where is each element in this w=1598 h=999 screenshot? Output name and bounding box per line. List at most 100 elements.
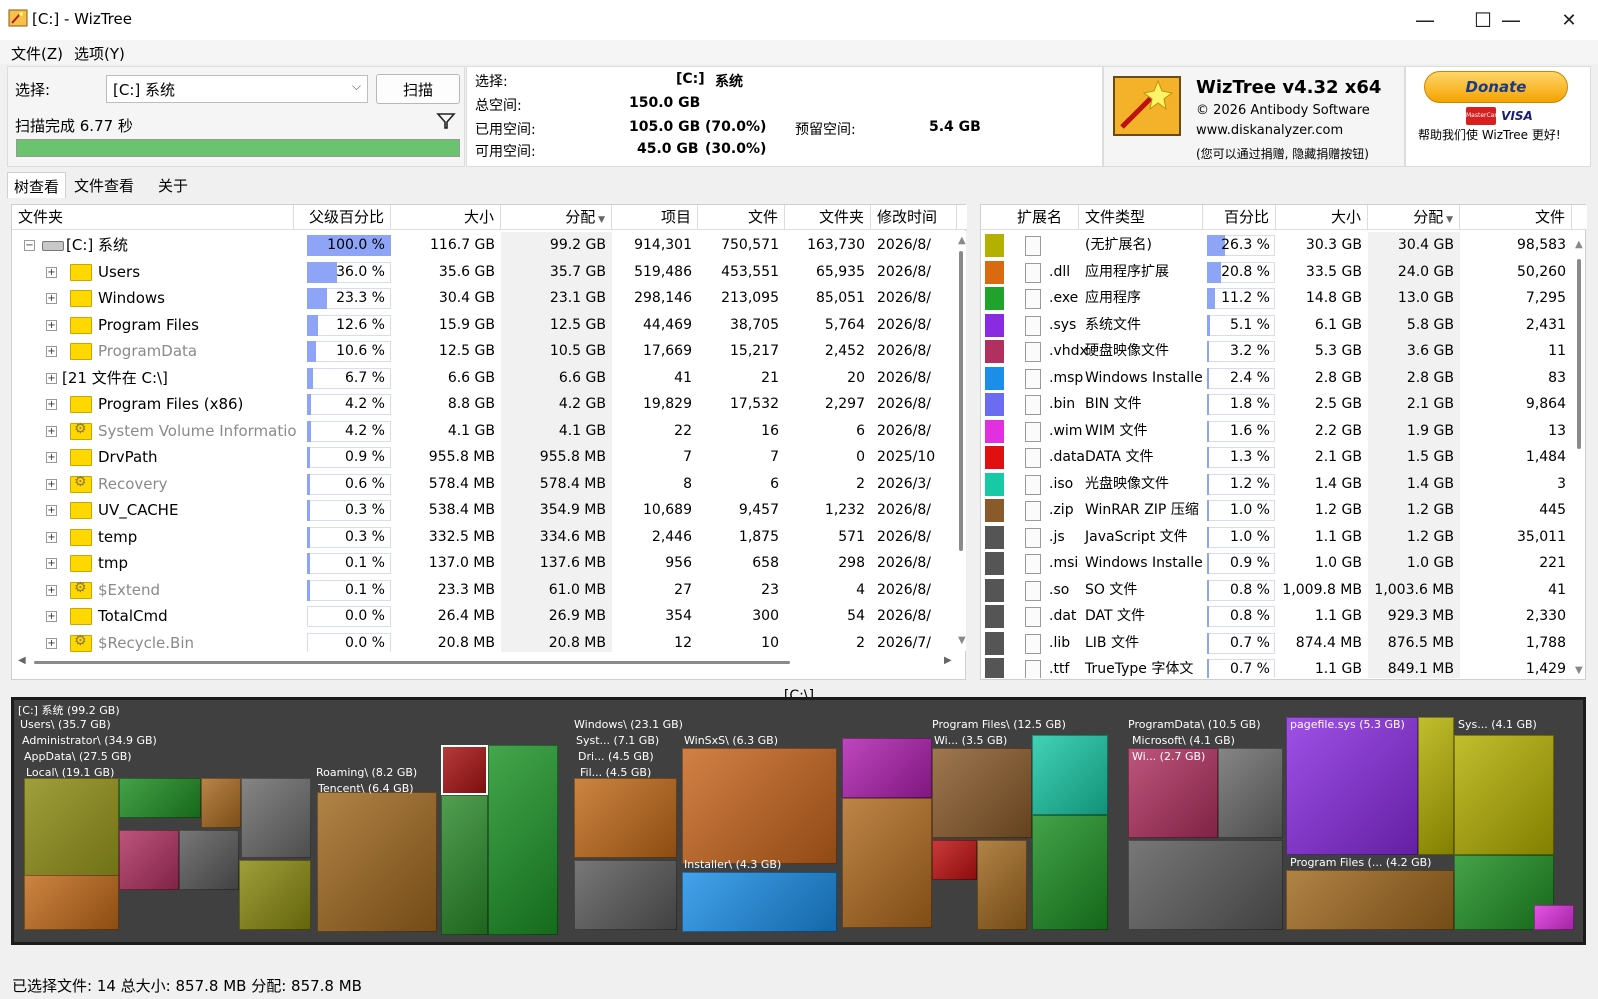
tree-vertical-scrollbar[interactable]: ▲ ▼ [956, 231, 966, 651]
tree-row[interactable]: + ProgramData 10.6 % 12.5 GB 10.5 GB 17,669 15… [12, 338, 957, 365]
tree-row[interactable]: + tmp 0.1 % 137.0 MB 137.6 MB 956 658 298 2026/8… [12, 550, 957, 577]
scroll-down-icon[interactable]: ▼ [958, 635, 966, 646]
close-button[interactable]: ✕ [1540, 0, 1598, 40]
treemap-block[interactable] [1418, 717, 1454, 855]
extension-column-header-5[interactable]: 文件 [1460, 205, 1572, 230]
extension-row[interactable]: .so SO 文件 0.8 % 1,009.8 MB 1,003.6 MB 41 [981, 576, 1571, 604]
tree-row[interactable]: + Recovery 0.6 % 578.4 MB 578.4 MB 8 6 2 2026/3/ [12, 470, 957, 498]
tree-column-header-0[interactable]: 文件夹 [12, 205, 294, 230]
expand-toggle-icon[interactable]: + [46, 266, 57, 278]
extension-column-header-3[interactable]: 大小 [1276, 205, 1368, 230]
menu-options[interactable]: 选项(Y) [74, 43, 125, 64]
treemap-block[interactable] [119, 778, 201, 818]
ext-scroll-up-icon[interactable]: ▲ [1575, 239, 1583, 250]
treemap-block[interactable] [682, 748, 837, 864]
expand-toggle-icon[interactable]: + [46, 452, 57, 463]
treemap-block[interactable] [1218, 748, 1283, 838]
expand-toggle-icon[interactable]: + [46, 505, 57, 516]
extension-column-header-2[interactable]: 百分比 [1203, 205, 1276, 230]
treemap-block[interactable] [682, 872, 837, 932]
treemap-block[interactable] [441, 795, 488, 935]
extension-row[interactable]: .data DATA 文件 1.3 % 2.1 GB 1.5 GB 1,484 [981, 444, 1571, 471]
extension-row[interactable]: .wim WIM 文件 1.6 % 2.2 GB 1.9 GB 13 [981, 417, 1571, 445]
tree-hscroll-thumb[interactable] [34, 661, 790, 664]
drive-select[interactable]: [C:] 系统 ⌵ [106, 75, 368, 103]
ext-scroll-down-icon[interactable]: ▼ [1575, 665, 1583, 676]
extension-row[interactable]: (无扩展名) 26.3 % 30.3 GB 30.4 GB 98,583 [981, 232, 1571, 259]
tree-row[interactable]: + $Recycle.Bin 0.0 % 20.8 MB 20.8 MB 12 10 2 202… [12, 629, 957, 652]
treemap-view[interactable]: [C:] 系统 (99.2 GB) Users\ (35.7 GB) Adminis… [11, 697, 1586, 945]
extension-column-header-4[interactable]: 分配 ▼ [1368, 205, 1460, 230]
extension-row[interactable]: .bin BIN 文件 1.8 % 2.5 GB 2.1 GB 9,864 [981, 391, 1571, 418]
tree-row[interactable]: + [21 文件在 C:\] 6.7 % 6.6 GB 6.6 GB 41 21 20 2026… [12, 364, 957, 392]
scroll-up-icon[interactable]: ▲ [958, 235, 966, 246]
extension-column-header-0[interactable]: 扩展名 [981, 205, 1079, 230]
expand-toggle-icon[interactable]: + [46, 293, 57, 304]
expand-toggle-icon[interactable]: + [46, 425, 57, 437]
expand-toggle-icon[interactable]: + [46, 531, 57, 543]
extension-column-header-1[interactable]: 文件类型 [1079, 205, 1203, 230]
extension-row[interactable]: .exe 应用程序 11.2 % 14.8 GB 13.0 GB 7,295 [981, 285, 1571, 312]
treemap-block[interactable] [1032, 735, 1108, 815]
treemap-block[interactable] [842, 798, 932, 928]
tree-column-header-1[interactable]: 父级百分比 [294, 205, 391, 230]
tree-column-header-5[interactable]: 文件 [698, 205, 785, 230]
expand-toggle-icon[interactable]: + [46, 558, 57, 569]
tab-about[interactable]: 关于 [152, 172, 194, 198]
expand-toggle-icon[interactable]: + [46, 584, 57, 596]
treemap-block[interactable] [201, 778, 241, 828]
treemap-block[interactable] [932, 840, 977, 880]
tree-column-header-4[interactable]: 项目 [612, 205, 698, 230]
tree-row[interactable]: + System Volume Information 4.2 % 4.1 GB 4.1… [12, 417, 957, 445]
treemap-block[interactable] [574, 778, 677, 858]
tab-tree-view[interactable]: 树查看 [7, 172, 67, 198]
treemap-block[interactable] [241, 778, 311, 858]
website-link[interactable]: www.diskanalyzer.com [1196, 123, 1343, 138]
treemap-block[interactable] [574, 860, 677, 930]
extension-row[interactable]: .sys 系统文件 5.1 % 6.1 GB 5.8 GB 2,431 [981, 311, 1571, 339]
tree-row[interactable]: + TotalCmd 0.0 % 26.4 MB 26.9 MB 354 300 54 2026… [12, 603, 957, 630]
tree-row[interactable]: + UV_CACHE 0.3 % 538.4 MB 354.9 MB 10,689 9,45… [12, 497, 957, 524]
donate-button[interactable]: Donate [1424, 71, 1568, 103]
treemap-block[interactable] [1454, 735, 1554, 855]
tree-row[interactable]: + Program Files (x86) 4.2 % 8.8 GB 4.2 GB 19,… [12, 391, 957, 418]
treemap-block[interactable] [239, 860, 311, 930]
tree-column-header-7[interactable]: 修改时间 [871, 205, 957, 230]
expand-toggle-icon[interactable]: + [46, 346, 57, 357]
tree-row[interactable]: + $Extend 0.1 % 23.3 MB 61.0 MB 27 23 4 2026/8/ [12, 576, 957, 604]
tree-row[interactable]: + Windows 23.3 % 30.4 GB 23.1 GB 298,146 213,0… [12, 285, 957, 312]
tree-row[interactable]: + DrvPath 0.9 % 955.8 MB 955.8 MB 7 7 0 2025/10 [12, 444, 957, 471]
tree-row[interactable]: + temp 0.3 % 332.5 MB 334.6 MB 2,446 1,875 571 2… [12, 523, 957, 551]
tree-row[interactable]: − [C:] 系统 100.0 % 116.7 GB 99.2 GB 914,301 750… [12, 232, 957, 259]
extension-row[interactable]: .vhdx 硬盘映像文件 3.2 % 5.3 GB 3.6 GB 11 [981, 338, 1571, 365]
scan-button[interactable]: 扫描 [376, 74, 460, 104]
extension-row[interactable]: .dat DAT 文件 0.8 % 1.1 GB 929.3 MB 2,330 [981, 603, 1571, 630]
scroll-right-icon[interactable]: ▶ [944, 655, 952, 666]
tree-scroll-thumb[interactable] [959, 251, 963, 551]
maximize-button[interactable]: ☐ [1454, 0, 1512, 40]
treemap-block[interactable] [842, 738, 932, 798]
menu-file[interactable]: 文件(Z) [11, 43, 63, 64]
extension-row[interactable]: .zip WinRAR ZIP 压缩 1.0 % 1.2 GB 1.2 GB 445 [981, 497, 1571, 524]
treemap-block[interactable] [1534, 905, 1574, 930]
filter-icon[interactable] [436, 111, 456, 131]
extension-row[interactable]: .msi Windows Installe 0.9 % 1.0 GB 1.0 GB 221 [981, 550, 1571, 577]
tab-file-view[interactable]: 文件查看 [68, 172, 140, 198]
treemap-block[interactable] [977, 840, 1027, 930]
scroll-left-icon[interactable]: ◀ [18, 655, 26, 666]
treemap-block[interactable] [932, 748, 1032, 838]
treemap-block[interactable] [179, 830, 239, 890]
tree-row[interactable]: + Program Files 12.6 % 15.9 GB 12.5 GB 44,469… [12, 311, 957, 339]
tree-column-header-3[interactable]: 分配 ▼ [501, 205, 612, 230]
tree-column-header-2[interactable]: 大小 [391, 205, 501, 230]
tree-horizontal-scrollbar[interactable]: ◀ ▶ [12, 655, 956, 671]
minimize-button[interactable]: — [1396, 0, 1454, 40]
treemap-block[interactable] [488, 745, 558, 935]
extension-row[interactable]: .dll 应用程序扩展 20.8 % 33.5 GB 24.0 GB 50,260 [981, 258, 1571, 286]
treemap-block[interactable] [1032, 815, 1108, 930]
ext-scroll-thumb[interactable] [1577, 259, 1581, 449]
extension-row[interactable]: .msp Windows Installe 2.4 % 2.8 GB 2.8 GB 83 [981, 364, 1571, 392]
tree-row[interactable]: + Users 36.0 % 35.6 GB 35.7 GB 519,486 453,551… [12, 258, 957, 286]
extension-row[interactable]: .iso 光盘映像文件 1.2 % 1.4 GB 1.4 GB 3 [981, 470, 1571, 498]
treemap-block[interactable] [317, 792, 437, 932]
